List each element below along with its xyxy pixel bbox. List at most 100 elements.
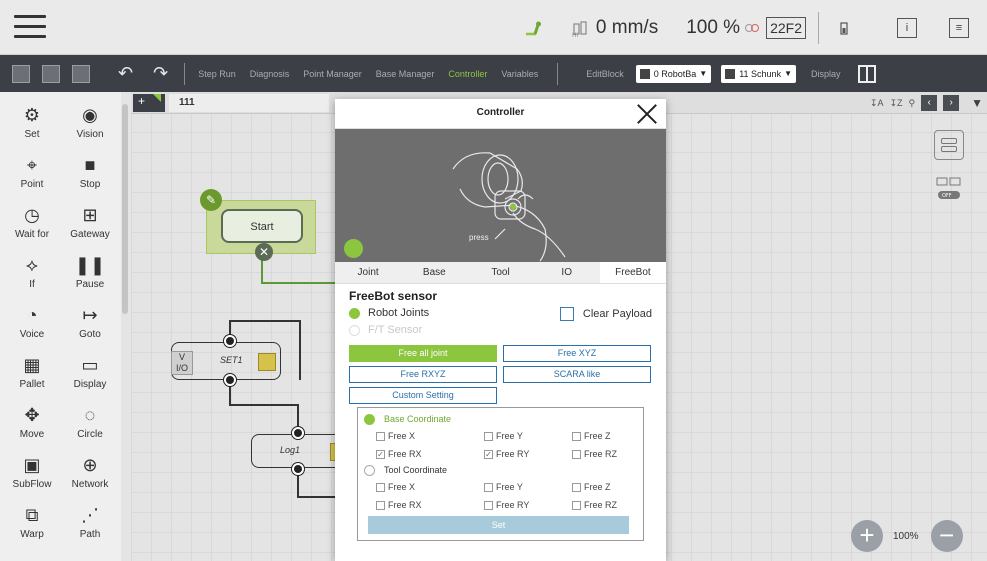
ft-sensor-radio: F/T Sensor [349,323,652,337]
edit-pencil-icon[interactable]: ✎ [200,189,222,211]
base-coordinate-radio[interactable]: Base Coordinate [364,412,633,426]
checkbox-free-y[interactable]: Free Y [484,481,572,493]
close-icon[interactable] [634,101,660,127]
palette-item-gateway[interactable]: ⊞ Gateway [61,200,119,250]
free-xyz-button[interactable]: Free XYZ [503,345,651,362]
palette-item-wait-for[interactable]: ◷ Wait for [3,200,61,250]
set-button[interactable]: Set [368,516,629,534]
menu-display[interactable]: Display [811,69,841,79]
menu-editblock[interactable]: EditBlock [586,69,624,79]
tab-project[interactable]: 111 [169,94,329,112]
layout-toggle-icon[interactable] [857,64,876,83]
tab-base[interactable]: Base [401,262,467,283]
checkbox-free-rz[interactable]: Free RZ [572,499,652,511]
menu-step-run[interactable]: Step Run [198,69,236,79]
prev-tab-icon[interactable]: ‹ [921,95,938,111]
checkbox-free-ry[interactable]: ✓ Free RY [484,448,572,460]
free-all-joint-button[interactable]: Free all joint [349,345,497,362]
scrollbar-thumb[interactable] [122,104,128,314]
redo-icon[interactable]: ↷ [153,63,168,84]
custom-setting-button[interactable]: Custom Setting [349,387,497,404]
robot-joints-label: Robot Joints [368,307,430,319]
palette-item-move[interactable]: ✥ Move [3,400,61,450]
hamburger-menu-icon[interactable] [14,15,46,39]
if-icon: ⟡ [26,254,38,275]
palette-item-pause[interactable]: ❚❚ Pause [61,250,119,300]
zoom-in-button[interactable]: + [851,520,883,552]
clear-payload-checkbox[interactable]: Clear Payload [559,307,652,321]
menu-diagnosis[interactable]: Diagnosis [250,69,290,79]
menu-point-manager[interactable]: Point Manager [303,69,362,79]
checkbox-free-rz[interactable]: Free RZ [572,448,652,460]
palette-item-vision[interactable]: ◉ Vision [61,100,119,150]
vio-top: V [178,352,185,362]
palette-item-point[interactable]: ⌖ Point [3,150,61,200]
tab-freebot[interactable]: FreeBot [599,262,667,283]
flow-view-icon[interactable] [934,130,964,160]
move-icon: ✥ [24,404,40,425]
node-port[interactable] [292,427,304,439]
save-file-icon[interactable] [42,64,60,83]
checkbox-icon [376,431,385,441]
palette-item-stop[interactable]: ■ Stop [61,150,119,200]
menu-variables[interactable]: Variables [501,69,538,79]
tool-coordinate-radio[interactable]: Tool Coordinate [364,463,633,477]
controller-badge[interactable]: 22F2 [766,16,806,39]
undo-icon[interactable]: ↶ [118,63,133,84]
checkbox-free-rx[interactable]: Free RX [376,499,484,511]
search-icon[interactable]: ⚲ [909,98,916,109]
palette-item-pallet[interactable]: ▦ Pallet [3,350,61,400]
sort-za-icon[interactable]: ↧Z [889,98,902,109]
log-panel-icon[interactable]: ≡ [949,17,969,38]
palette-item-if[interactable]: ⟡ If [3,250,61,300]
menu-base-manager[interactable]: Base Manager [376,69,435,79]
palette-item-display[interactable]: ▭ Display [61,350,119,400]
info-icon[interactable]: i [897,17,917,38]
palette-item-network[interactable]: ⊕ Network [61,450,119,500]
node-port[interactable] [292,463,304,475]
checkbox-free-z[interactable]: Free Z [572,481,652,493]
next-tab-icon[interactable]: › [943,95,960,111]
export-file-icon[interactable] [72,64,90,83]
scara-like-button[interactable]: SCARA like [503,366,651,383]
node-port[interactable] [224,374,236,386]
node-port[interactable] [224,335,236,347]
palette-item-voice[interactable]: ◔ Voice [3,300,61,350]
palette-item-circle[interactable]: ◌ Circle [61,400,119,450]
palette-item-label: Set [24,129,40,140]
checkbox-free-x[interactable]: Free X [376,430,484,442]
tab-tool[interactable]: Tool [467,262,533,283]
radio-icon [364,464,375,476]
toggle-switch-icon[interactable]: OFF [934,176,964,202]
checkbox-free-x[interactable]: Free X [376,481,484,493]
palette-item-warp[interactable]: ⧉ Warp [3,500,61,550]
tool-select[interactable]: 11 Schunk ▼ [721,64,796,83]
checkbox-free-y[interactable]: Free Y [484,430,572,442]
palette-item-label: Wait for [14,229,50,240]
start-node[interactable]: ✎ Start ✕ [200,189,316,261]
checkbox-free-z[interactable]: Free Z [572,430,652,442]
base-select[interactable]: 0 RobotBa ▼ [635,64,712,83]
new-file-icon[interactable] [12,64,30,83]
close-icon[interactable]: ✕ [255,243,273,261]
tab-joint[interactable]: Joint [335,262,401,283]
palette-item-label: Network [71,479,109,490]
sort-az-icon[interactable]: ↧A [870,98,884,109]
checkbox-free-rx[interactable]: ✓ Free RX [376,448,484,460]
main-toolbar: ↶ ↷ Step Run Diagnosis Point Manager Bas… [0,55,987,92]
toolbar-divider [557,62,559,85]
zoom-out-button[interactable]: − [930,520,963,552]
add-tab-button[interactable]: + [133,94,165,112]
palette-item-path[interactable]: ⋰ Path [61,500,119,550]
palette-scrollbar[interactable] [121,92,130,561]
checkbox-label: Free RX [388,500,422,510]
checkbox-free-ry[interactable]: Free RY [484,499,572,511]
tab-dropdown-icon[interactable]: ▼ [971,96,983,110]
palette-item-set[interactable]: ⚙ Set [3,100,61,150]
free-rxyz-button[interactable]: Free RXYZ [349,366,497,383]
tab-io[interactable]: IO [534,262,600,283]
palette-item-subflow[interactable]: ▣ SubFlow [3,450,61,500]
menu-controller[interactable]: Controller [448,69,487,79]
palette-item-goto[interactable]: ↦ Goto [61,300,119,350]
freebot-button-icon[interactable] [344,239,363,258]
